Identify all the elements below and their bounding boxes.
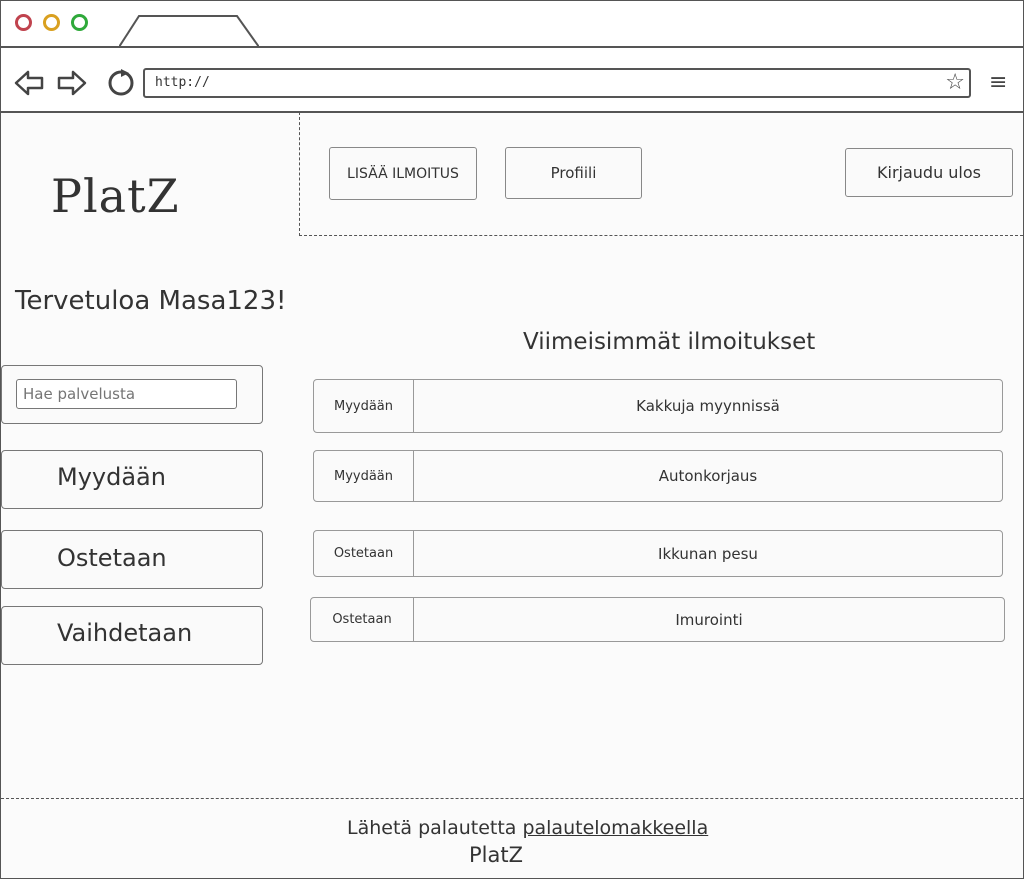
listing-row[interactable]: Ostetaan Ikkunan pesu bbox=[313, 530, 1003, 577]
listing-category: Ostetaan bbox=[314, 531, 414, 576]
browser-window: http:// ☆ ≡ PlatZ LISÄÄ ILMOITUS Profiil… bbox=[0, 0, 1024, 879]
maximize-window-icon[interactable] bbox=[71, 14, 88, 31]
add-listing-label: LISÄÄ ILMOITUS bbox=[347, 165, 459, 182]
minimize-window-icon[interactable] bbox=[43, 14, 60, 31]
sidebar-item-label: Myydään bbox=[57, 463, 166, 491]
welcome-text: Tervetuloa Masa123! bbox=[15, 286, 287, 316]
sidebar-item-label: Vaihdetaan bbox=[57, 619, 193, 647]
profile-button[interactable]: Profiili bbox=[505, 147, 642, 199]
listing-row[interactable]: Myydään Kakkuja myynnissä bbox=[313, 379, 1003, 433]
sidebar-item-sell[interactable]: Myydään bbox=[1, 450, 263, 509]
browser-tab[interactable] bbox=[119, 15, 259, 47]
address-bar[interactable]: http:// ☆ bbox=[143, 68, 971, 98]
listing-category: Myydään bbox=[314, 451, 414, 501]
footer-brand: PlatZ bbox=[469, 843, 523, 867]
reload-icon[interactable] bbox=[105, 67, 137, 99]
forward-arrow-icon[interactable] bbox=[56, 69, 88, 97]
profile-label: Profiili bbox=[550, 164, 597, 182]
listing-category: Ostetaan bbox=[311, 598, 414, 641]
feedback-text: Lähetä palautetta palautelomakkeella bbox=[347, 817, 708, 839]
tab-strip-divider bbox=[1, 46, 1023, 48]
feedback-form-link[interactable]: palautelomakkeella bbox=[522, 817, 708, 839]
close-window-icon[interactable] bbox=[15, 14, 32, 31]
browser-chrome: http:// ☆ ≡ bbox=[1, 1, 1023, 113]
listing-title: Imurointi bbox=[675, 610, 743, 629]
back-arrow-icon[interactable] bbox=[13, 69, 45, 97]
listing-title: Autonkorjaus bbox=[658, 467, 758, 485]
listing-row[interactable]: Ostetaan Imurointi bbox=[310, 597, 1005, 642]
listings-title: Viimeisimmät ilmoitukset bbox=[523, 329, 816, 355]
search-input[interactable] bbox=[16, 379, 237, 409]
site-logo[interactable]: PlatZ bbox=[51, 169, 180, 223]
search-box bbox=[1, 365, 263, 424]
listing-title: Ikkunan pesu bbox=[658, 544, 758, 563]
listing-category: Myydään bbox=[314, 380, 414, 432]
star-icon[interactable]: ☆ bbox=[945, 70, 965, 96]
url-text: http:// bbox=[155, 75, 210, 90]
sidebar-item-label: Ostetaan bbox=[57, 544, 167, 572]
add-listing-button[interactable]: LISÄÄ ILMOITUS bbox=[329, 147, 477, 200]
logout-button[interactable]: Kirjaudu ulos bbox=[845, 148, 1013, 197]
sidebar-item-swap[interactable]: Vaihdetaan bbox=[1, 606, 263, 665]
listing-title: Kakkuja myynnissä bbox=[636, 397, 780, 415]
sidebar-item-buy[interactable]: Ostetaan bbox=[1, 530, 263, 589]
logout-label: Kirjaudu ulos bbox=[877, 163, 981, 182]
hamburger-menu-icon[interactable]: ≡ bbox=[989, 71, 1007, 95]
listing-row[interactable]: Myydään Autonkorjaus bbox=[313, 450, 1003, 502]
feedback-label: Lähetä palautetta bbox=[347, 817, 517, 839]
